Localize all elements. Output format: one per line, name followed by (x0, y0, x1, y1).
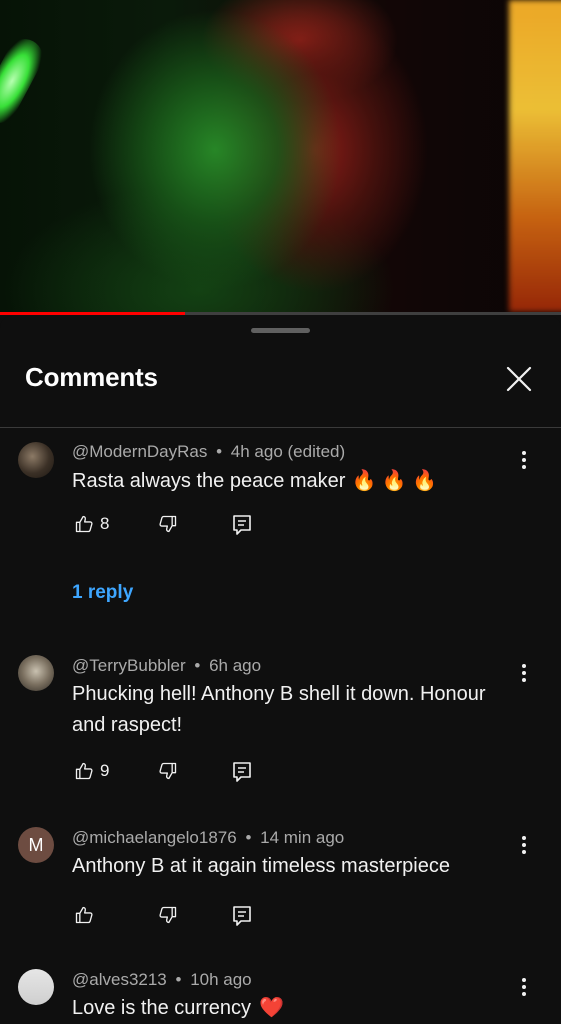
comment-time: 6h ago (209, 656, 262, 675)
more-vert-icon (522, 978, 526, 996)
thumbs-up-icon (75, 762, 93, 780)
reply-button[interactable] (232, 514, 252, 536)
reply-button[interactable] (232, 905, 252, 927)
comment-meta: @alves3213 • 10h ago (72, 970, 252, 990)
comment-text: Love is the currency ❤️ (72, 993, 502, 1024)
like-button[interactable]: 8 (74, 514, 109, 534)
comment-meta: @TerryBubbler • 6h ago (72, 656, 261, 676)
comment-time: 14 min ago (260, 828, 345, 847)
comment-text: Rasta always the peace maker 🔥 🔥 🔥 (72, 466, 502, 497)
comment-author[interactable]: @alves3213 (72, 970, 167, 989)
sheet-divider (0, 427, 561, 428)
video-player[interactable] (0, 0, 561, 312)
comment-author[interactable]: @TerryBubbler (72, 656, 186, 675)
comment-reply-icon (233, 762, 251, 782)
reply-button[interactable] (232, 761, 252, 783)
avatar[interactable] (18, 655, 54, 691)
sheet-title: Comments (25, 362, 158, 392)
comment-menu-button[interactable] (512, 446, 536, 474)
video-progress-bar[interactable] (0, 312, 561, 315)
heart-emoji: ❤️ (258, 997, 284, 1019)
more-vert-icon (522, 664, 526, 682)
comment-menu-button[interactable] (512, 973, 536, 1001)
comment-author[interactable]: @michaelangelo1876 (72, 828, 237, 847)
thumbs-up-icon (75, 906, 93, 924)
meta-separator: • (175, 970, 182, 989)
view-replies-link[interactable]: 1 reply (72, 582, 133, 604)
comment-menu-button[interactable] (512, 659, 536, 687)
comment-reply-icon (233, 515, 251, 535)
dislike-button[interactable] (158, 905, 178, 925)
dislike-button[interactable] (158, 514, 178, 534)
comment-author[interactable]: @ModernDayRas (72, 442, 207, 461)
comment-menu-button[interactable] (512, 831, 536, 859)
avatar[interactable]: M (18, 827, 54, 863)
avatar[interactable] (18, 442, 54, 478)
like-count: 8 (100, 514, 110, 533)
avatar[interactable] (18, 969, 54, 1005)
close-button[interactable] (500, 360, 538, 398)
meta-separator: • (194, 656, 201, 675)
meta-separator: • (216, 442, 223, 461)
dislike-button[interactable] (158, 761, 178, 781)
comment-reply-icon (233, 906, 251, 926)
more-vert-icon (522, 836, 526, 854)
like-button[interactable]: 9 (74, 761, 109, 781)
comment-time: 10h ago (190, 970, 252, 989)
like-button[interactable] (74, 905, 94, 925)
video-progress-fill (0, 312, 186, 315)
comment-text-content: Love is the currency (72, 997, 251, 1019)
close-icon (506, 366, 532, 392)
thumbs-down-icon (159, 762, 177, 780)
like-count: 9 (100, 761, 110, 780)
more-vert-icon (522, 451, 526, 469)
drag-handle[interactable] (251, 328, 310, 333)
meta-separator: • (245, 828, 252, 847)
comment-text-content: Rasta always the peace maker (72, 470, 346, 492)
thumbs-down-icon (159, 906, 177, 924)
thumbs-up-icon (75, 515, 93, 533)
fire-emoji: 🔥 🔥 🔥 (351, 470, 438, 492)
comments-sheet: Comments @ModernDayRas • 4h ago (edited)… (0, 316, 561, 1024)
comment-time: 4h ago (edited) (230, 442, 346, 461)
video-frame-light (509, 0, 561, 312)
thumbs-down-icon (159, 515, 177, 533)
video-frame-glow (0, 32, 50, 130)
comment-meta: @ModernDayRas • 4h ago (edited) (72, 442, 345, 462)
comment-text: Phucking hell! Anthony B shell it down. … (72, 683, 486, 736)
comment-text: Anthony B at it again timeless masterpie… (72, 855, 450, 877)
comment-meta: @michaelangelo1876 • 14 min ago (72, 828, 344, 848)
